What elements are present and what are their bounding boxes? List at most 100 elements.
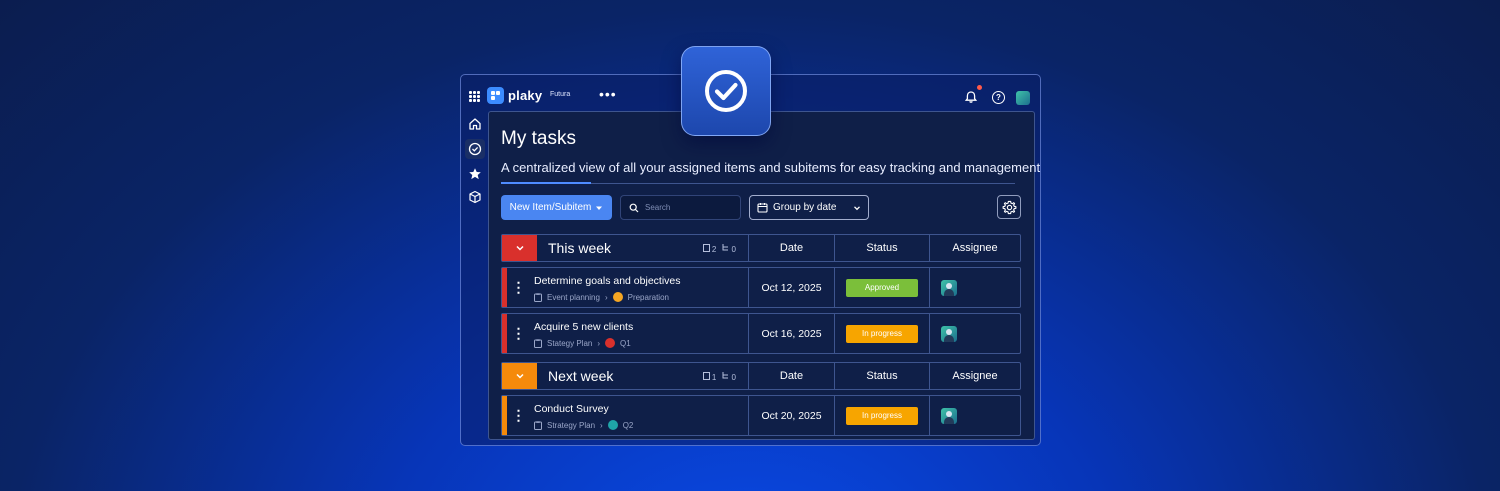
column-header-assignee[interactable]: Assignee [929,235,1020,261]
chevron-down-icon [515,245,524,251]
status-badge[interactable]: In progress [846,406,918,425]
column-header-status[interactable]: Status [834,235,929,261]
notification-badge [977,85,982,90]
chevron-down-icon [515,373,524,379]
clipboard-icon [534,420,542,430]
calendar-icon [757,203,768,213]
notifications-bell-icon[interactable] [964,90,978,104]
chevron-down-icon [854,206,860,211]
chevron-right-icon: › [600,420,603,430]
row-menu-icon[interactable]: ⋮ [507,314,530,353]
subitem-icon [722,244,729,251]
assignee-cell[interactable] [929,396,1020,435]
settings-button[interactable] [997,195,1021,219]
assignee-cell[interactable] [929,314,1020,353]
group-collapse-toggle[interactable] [502,363,537,389]
items-count: 2 [702,244,716,254]
check-circle-icon [705,70,747,112]
status-cell[interactable]: In progress [834,396,929,435]
avatar[interactable] [941,279,957,296]
box-icon[interactable] [467,189,483,205]
row-main-cell: Acquire 5 new clients Stategy Plan › Q1 [530,314,748,353]
avatar[interactable] [941,407,957,424]
more-options-icon[interactable]: ••• [599,86,617,102]
group-title-cell: Next week 1 0 [537,363,748,389]
item-name[interactable]: Acquire 5 new clients [534,321,633,333]
date-cell[interactable]: Oct 20, 2025 [748,396,834,435]
status-badge[interactable]: Approved [846,278,918,297]
column-header-date[interactable]: Date [748,363,834,389]
search-placeholder: Search [645,203,671,212]
group-header-next-week: Next week 1 0 Date Status Assignee [501,362,1021,390]
my-tasks-panel: My tasks A centralized view of all your … [488,111,1040,440]
clipboard-icon [534,292,542,302]
apps-grid-icon[interactable] [469,91,480,102]
group-by-label: Group by date [773,202,837,213]
item-name[interactable]: Conduct Survey [534,403,609,415]
document-icon [702,244,710,252]
subitem-icon [722,372,729,379]
user-avatar[interactable] [1016,91,1030,105]
row-main-cell: Conduct Survey Strategy Plan › Q2 [530,396,748,435]
item-location: Event planning › Preparation [534,292,669,302]
column-header-assignee[interactable]: Assignee [929,363,1020,389]
document-icon [702,372,710,380]
board-name[interactable]: Strategy Plan [547,421,595,430]
status-cell[interactable]: Approved [834,268,929,307]
caret-down-icon [596,206,603,210]
chevron-right-icon: › [604,292,608,302]
search-icon [629,203,639,212]
favorites-star-icon[interactable] [467,166,483,182]
check-badge-icon [681,46,771,136]
column-header-date[interactable]: Date [748,235,834,261]
board-name[interactable]: Stategy Plan [547,339,592,348]
table-row[interactable]: ⋮ Determine goals and objectives Event p… [501,267,1021,308]
row-main-cell: Determine goals and objectives Event pla… [530,268,748,307]
items-count: 1 [702,372,716,382]
group-header-this-week: This week 2 0 Date Status Assignee [501,234,1021,262]
row-menu-icon[interactable]: ⋮ [507,268,530,307]
table-row[interactable]: ⋮ Conduct Survey Strategy Plan › Q2 Oct … [501,395,1021,436]
item-location: Stategy Plan › Q1 [534,338,631,348]
clipboard-icon [534,338,542,348]
group-name[interactable]: Q1 [620,339,631,348]
status-badge[interactable]: In progress [846,324,918,343]
row-menu-icon[interactable]: ⋮ [507,396,530,435]
assignee-cell[interactable] [929,268,1020,307]
date-cell[interactable]: Oct 16, 2025 [748,314,834,353]
plaky-logo-icon [487,87,504,104]
group-collapse-toggle[interactable] [502,235,537,261]
column-header-status[interactable]: Status [834,363,929,389]
page-subtitle: A centralized view of all your assigned … [501,160,1041,175]
app-logo[interactable]: plaky [487,87,542,104]
gear-icon [1002,200,1016,214]
item-location: Strategy Plan › Q2 [534,420,633,430]
status-cell[interactable]: In progress [834,314,929,353]
group-name[interactable]: Q2 [623,421,634,430]
group-name[interactable]: Preparation [628,293,669,302]
subitems-count: 0 [722,244,736,254]
workspace-name[interactable]: Futura [550,91,570,98]
board-name[interactable]: Event planning [547,293,600,302]
active-tab-indicator [501,182,591,184]
group-by-dropdown[interactable]: Group by date [749,195,869,220]
table-row[interactable]: ⋮ Acquire 5 new clients Stategy Plan › Q… [501,313,1021,354]
group-title: Next week [548,368,614,384]
group-color-dot [605,338,616,348]
brand-name: plaky [508,88,543,103]
new-item-label: New Item/Subitem [509,202,592,213]
item-name[interactable]: Determine goals and objectives [534,275,681,287]
group-counts: 1 0 [702,372,736,382]
group-title: This week [548,240,612,256]
avatar[interactable] [941,325,957,342]
my-tasks-check-icon[interactable] [465,139,485,159]
search-input[interactable]: Search [620,195,741,220]
home-icon[interactable] [467,116,483,132]
date-cell[interactable]: Oct 12, 2025 [748,268,834,307]
group-counts: 2 0 [702,244,736,254]
group-color-dot [612,292,623,302]
chevron-right-icon: › [597,338,601,348]
group-color-dot [607,420,618,430]
help-icon[interactable]: ? [992,91,1005,104]
new-item-button[interactable]: New Item/Subitem [501,195,612,220]
